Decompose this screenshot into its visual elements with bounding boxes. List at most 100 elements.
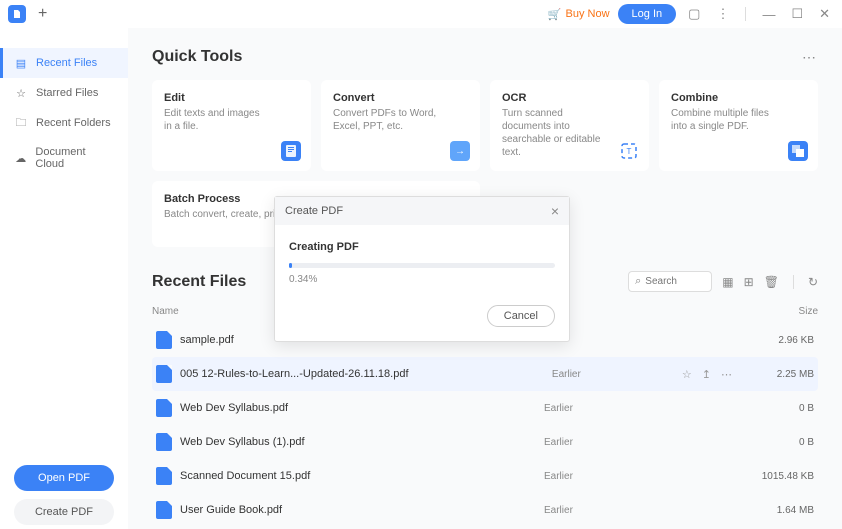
open-pdf-button[interactable]: Open PDF [14,465,114,491]
convert-icon: → [450,141,470,161]
dialog-body: Creating PDF 0.34% [275,225,569,295]
close-icon[interactable]: × [551,203,559,219]
file-date: Earlier [544,437,744,448]
tool-card-edit[interactable]: Edit Edit texts and images in a file. [152,80,311,171]
tool-card-combine[interactable]: Combine Combine multiple files into a si… [659,80,818,171]
sidebar-item-label: Starred Files [36,87,98,99]
col-size: Size [748,306,818,317]
progress-percent: 0.34% [289,274,555,285]
star-icon[interactable]: ☆ [682,368,692,381]
tool-desc: Convert PDFs to Word, Excel, PPT, etc. [333,107,438,133]
tool-desc: Combine multiple files into a single PDF… [671,107,776,133]
upload-icon[interactable]: ↥ [702,368,711,381]
file-name: User Guide Book.pdf [180,504,544,516]
sidebar-item-label: Recent Files [36,57,97,69]
file-date: Earlier [552,369,682,380]
file-date: Earlier [544,403,744,414]
dialog-header: Create PDF × [275,197,569,225]
trash-icon[interactable]: 🗑 [764,275,779,289]
tool-row-1: Edit Edit texts and images in a file. Co… [152,80,818,171]
menu-dots-icon[interactable]: ⋮ [712,6,733,22]
file-size: 0 B [744,403,814,414]
folder-icon: 🗀 [14,116,28,130]
tool-card-ocr[interactable]: OCR Turn scanned documents into searchab… [490,80,649,171]
sidebar-item-label: Recent Folders [36,117,111,129]
buy-now-link[interactable]: 🛒 Buy Now [548,8,610,21]
grid-view-icon[interactable]: ⊞ [744,275,754,289]
edit-icon [281,141,301,161]
file-name: 005 12-Rules-to-Learn...-Updated-26.11.1… [180,368,552,380]
app-logo[interactable] [8,5,26,23]
create-pdf-dialog: Create PDF × Creating PDF 0.34% Cancel [274,196,570,342]
login-button[interactable]: Log In [618,4,677,24]
dialog-title: Create PDF [285,205,343,217]
progress-bar [289,263,555,268]
quick-tools-title: Quick Tools [152,48,242,66]
search-input[interactable] [645,276,705,287]
tool-title: Combine [671,92,806,104]
titlebar: + 🛒 Buy Now Log In ▢ ⋮ — ☐ ✕ [0,0,842,28]
pdf-file-icon [156,365,172,383]
ocr-icon: T [619,141,639,161]
file-row[interactable]: 005 12-Rules-to-Learn...-Updated-26.11.1… [152,357,818,391]
sidebar-item-recent-folders[interactable]: 🗀 Recent Folders [0,108,128,138]
row-actions: ☆ ↥ ⋯ [682,368,732,381]
pdf-file-icon [156,331,172,349]
file-size: 1015.48 KB [744,471,814,482]
file-row[interactable]: Scanned Document 15.pdf Earlier 1015.48 … [152,459,818,493]
svg-text:T: T [627,147,632,156]
progress-fill [289,263,292,268]
titlebar-right: 🛒 Buy Now Log In ▢ ⋮ — ☐ ✕ [548,4,834,24]
sidebar-item-label: Document Cloud [35,146,114,170]
pdf-file-icon [156,501,172,519]
maximize-icon[interactable]: ☐ [787,6,807,22]
pdf-file-icon [156,399,172,417]
dialog-footer: Cancel [275,295,569,341]
tool-desc: Edit texts and images in a file. [164,107,269,133]
file-name: Scanned Document 15.pdf [180,470,544,482]
file-name: Web Dev Syllabus.pdf [180,402,544,414]
tool-title: OCR [502,92,637,104]
search-icon: ⌕ [635,275,641,288]
sidebar-item-starred-files[interactable]: ☆ Starred Files [0,78,128,108]
file-date: Earlier [544,505,744,516]
file-size: 1.64 MB [744,505,814,516]
file-row[interactable]: User Guide Book.pdf Earlier 1.64 MB [152,493,818,527]
tool-title: Edit [164,92,299,104]
sidebar-item-document-cloud[interactable]: ☁ Document Cloud [0,138,128,178]
sidebar-item-recent-files[interactable]: ▤ Recent Files [0,48,128,78]
divider [793,275,794,289]
more-icon[interactable]: ⋯ [802,49,818,66]
notification-icon[interactable]: ▢ [684,6,704,22]
pdf-file-icon [156,467,172,485]
file-size: 0 B [744,437,814,448]
file-date: Earlier [544,471,744,482]
file-size: 2.25 MB [744,369,814,380]
create-pdf-button[interactable]: Create PDF [14,499,114,525]
titlebar-left: + [8,5,47,23]
file-name: Web Dev Syllabus (1).pdf [180,436,544,448]
star-icon: ☆ [14,86,28,100]
new-tab-button[interactable]: + [38,5,47,23]
file-row[interactable]: Web Dev Syllabus.pdf Earlier 0 B [152,391,818,425]
spacer [0,178,128,461]
more-icon[interactable]: ⋯ [721,368,732,381]
tool-title: Convert [333,92,468,104]
cancel-button[interactable]: Cancel [487,305,555,327]
file-icon: ▤ [14,56,28,70]
refresh-icon[interactable]: ↻ [808,275,818,289]
search-box[interactable]: ⌕ [628,271,712,292]
file-row[interactable]: Web Dev Syllabus (1).pdf Earlier 0 B [152,425,818,459]
cart-icon: 🛒 [548,8,562,21]
minimize-icon[interactable]: — [758,7,779,22]
pdf-file-icon [156,433,172,451]
tool-desc: Turn scanned documents into searchable o… [502,107,607,159]
tool-card-convert[interactable]: Convert Convert PDFs to Word, Excel, PPT… [321,80,480,171]
close-window-icon[interactable]: ✕ [815,6,834,22]
recent-toolbar: ⌕ ▦ ⊞ 🗑 ↻ [628,271,818,292]
list-view-icon[interactable]: ▦ [722,275,733,289]
cloud-icon: ☁ [14,151,27,165]
buy-now-label: Buy Now [566,8,610,20]
recent-files-title: Recent Files [152,273,246,291]
divider [745,7,746,21]
